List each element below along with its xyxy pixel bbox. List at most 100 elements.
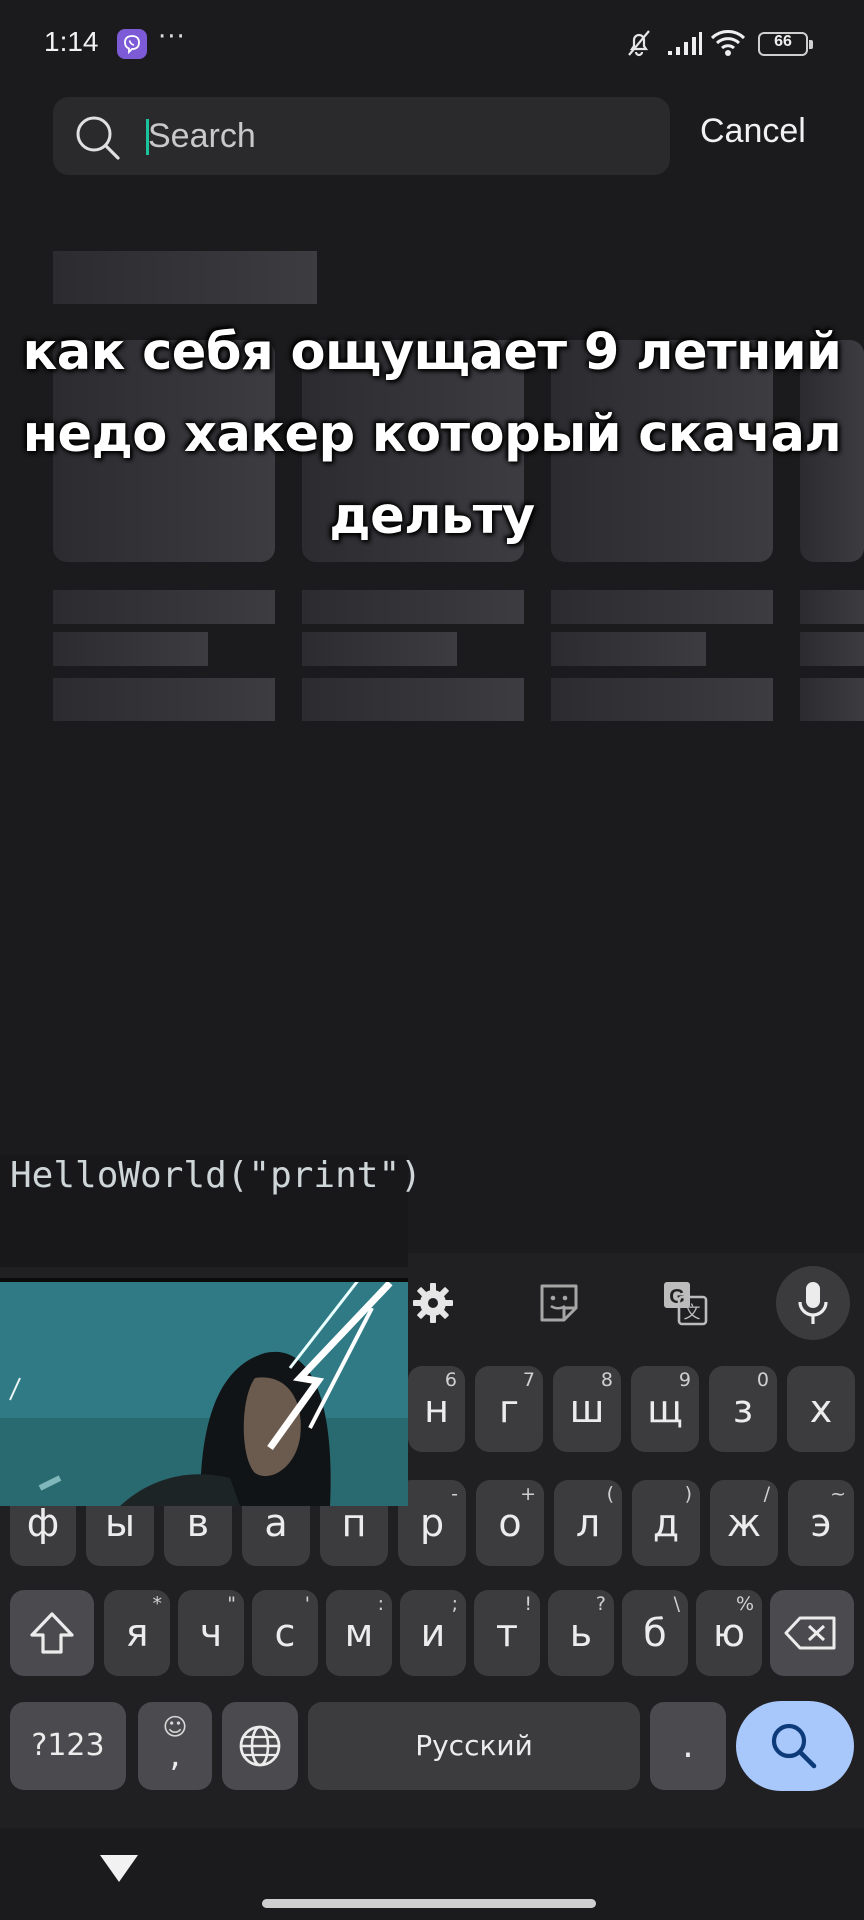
skeleton-line: [302, 678, 524, 721]
key-м[interactable]: м:: [326, 1590, 392, 1676]
key-т[interactable]: т!: [474, 1590, 540, 1676]
key-label: т: [495, 1611, 519, 1655]
keyboard-hide-icon[interactable]: [98, 1852, 140, 1888]
translate-icon[interactable]: G文: [662, 1280, 708, 1330]
key-label: л: [575, 1501, 601, 1545]
backspace-icon: [784, 1616, 836, 1650]
key-ю[interactable]: ю%: [696, 1590, 762, 1676]
key-label: щ: [647, 1387, 683, 1431]
emoji-comma-key[interactable]: ☺ ,: [138, 1702, 212, 1790]
space-key[interactable]: Русский: [308, 1702, 640, 1790]
key-sup: ': [304, 1593, 310, 1615]
language-key[interactable]: [222, 1702, 298, 1790]
key-label: и: [420, 1611, 446, 1655]
key-label: .: [682, 1725, 694, 1766]
key-с[interactable]: с ': [252, 1590, 318, 1676]
key-ж[interactable]: ж /: [710, 1480, 778, 1566]
key-щ[interactable]: щ9: [631, 1366, 699, 1452]
wifi-icon: [710, 29, 746, 61]
key-sup: 6: [444, 1369, 457, 1391]
status-time: 1:14: [44, 26, 99, 57]
key-б[interactable]: б \: [622, 1590, 688, 1676]
key-label: с: [274, 1611, 296, 1655]
key-sup: +: [520, 1483, 536, 1505]
caption-line: как себя ощущает 9 летний: [22, 323, 842, 382]
key-з[interactable]: з0: [709, 1366, 777, 1452]
status-bar: 1:14 ··· 66: [0, 0, 864, 86]
key-sup: 8: [600, 1369, 613, 1391]
key-label: ч: [199, 1611, 223, 1655]
search-icon: [75, 115, 121, 165]
key-sup: \: [673, 1593, 680, 1615]
shift-icon: [30, 1612, 74, 1654]
skeleton-line: [800, 678, 864, 721]
notification-more-icon: ···: [158, 22, 186, 52]
key-н[interactable]: н6: [408, 1366, 465, 1452]
key-label: э: [810, 1501, 832, 1545]
skeleton-line: [551, 678, 773, 721]
search-input[interactable]: [148, 97, 648, 175]
key-sup: ;: [451, 1593, 458, 1615]
caption-line: дельту: [329, 487, 535, 546]
backspace-key[interactable]: [770, 1590, 854, 1676]
key-sup: 7: [522, 1369, 535, 1391]
hooded-figure-image: [0, 1278, 408, 1506]
key-ш[interactable]: ш8: [553, 1366, 621, 1452]
key-label: ?123: [31, 1728, 105, 1763]
meme-video-frame: [0, 1278, 408, 1506]
key-sup: %: [735, 1593, 754, 1615]
globe-icon: [239, 1725, 281, 1767]
mic-icon: [798, 1282, 828, 1324]
key-э[interactable]: э ~: [788, 1480, 854, 1566]
period-key[interactable]: .: [650, 1702, 726, 1790]
voice-input-button[interactable]: [776, 1266, 850, 1340]
sticker-icon[interactable]: [538, 1282, 580, 1328]
gear-icon[interactable]: [410, 1280, 456, 1330]
key-sup: *: [152, 1593, 163, 1615]
caption-line: недо хакер который скачал: [22, 405, 842, 464]
symbols-key[interactable]: ?123: [10, 1702, 126, 1790]
key-х[interactable]: х: [787, 1366, 855, 1452]
key-label: п: [341, 1501, 367, 1545]
skeleton-line: [53, 632, 208, 666]
key-ч[interactable]: ч ": [178, 1590, 244, 1676]
shift-key[interactable]: [10, 1590, 94, 1676]
key-label: н: [424, 1387, 449, 1431]
key-sup: -: [451, 1483, 458, 1505]
skeleton-line: [551, 590, 773, 624]
key-label: ь: [569, 1611, 593, 1655]
key-label: о: [498, 1501, 522, 1545]
bell-off-icon: [624, 28, 654, 62]
key-label: ,: [169, 1735, 181, 1775]
key-sup: /: [763, 1483, 770, 1505]
key-label: ш: [569, 1387, 605, 1431]
key-label: ы: [104, 1501, 135, 1545]
key-о[interactable]: о +: [476, 1480, 544, 1566]
battery-icon: 66: [758, 32, 813, 56]
skeleton-line: [53, 590, 275, 624]
key-label: х: [809, 1387, 833, 1431]
key-и[interactable]: и;: [400, 1590, 466, 1676]
key-л[interactable]: л(: [554, 1480, 622, 1566]
key-label: з: [732, 1387, 754, 1431]
key-г[interactable]: г7: [475, 1366, 543, 1452]
search-submit-key[interactable]: [736, 1701, 854, 1791]
search-bar[interactable]: [53, 97, 670, 175]
key-label: Русский: [415, 1729, 533, 1762]
key-р[interactable]: р-: [398, 1480, 466, 1566]
gesture-handle[interactable]: [262, 1899, 596, 1908]
key-sup: ?: [595, 1593, 606, 1615]
key-sup: (: [606, 1483, 614, 1505]
meme-code-panel: HelloWorld("print"): [0, 1155, 422, 1267]
skeleton-line: [302, 590, 524, 624]
key-д[interactable]: д): [632, 1480, 700, 1566]
key-label: б: [643, 1611, 667, 1655]
key-label: в: [186, 1501, 210, 1545]
cancel-button[interactable]: Cancel: [700, 112, 806, 151]
key-я[interactable]: я *: [104, 1590, 170, 1676]
skeleton-line: [53, 678, 275, 721]
key-ь[interactable]: ь?: [548, 1590, 614, 1676]
key-sup: ~: [830, 1483, 846, 1505]
meme-code-text: HelloWorld("print"): [10, 1155, 422, 1196]
meme-caption: как себя ощущает 9 летний недо хакер кот…: [20, 312, 844, 558]
